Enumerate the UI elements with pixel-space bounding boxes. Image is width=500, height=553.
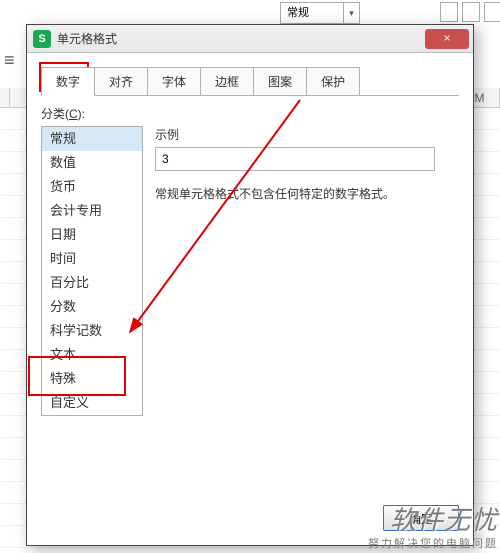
- app-icon: S: [33, 30, 51, 48]
- category-date[interactable]: 日期: [42, 223, 142, 247]
- dialog-footer: 确定: [383, 505, 459, 531]
- general-description: 常规单元格格式不包含任何特定的数字格式。: [155, 185, 459, 202]
- category-general[interactable]: 常规: [42, 127, 142, 151]
- dialog-title: 单元格格式: [57, 30, 117, 47]
- category-time[interactable]: 时间: [42, 247, 142, 271]
- tab-number[interactable]: 数字: [41, 67, 95, 96]
- example-label: 示例: [155, 126, 459, 143]
- dialog-tabs: 数字 对齐 字体 边框 图案 保护: [41, 67, 473, 96]
- category-text[interactable]: 文本: [42, 343, 142, 367]
- toolbar-btn-b[interactable]: [462, 2, 480, 22]
- close-icon: ×: [443, 31, 450, 45]
- tab-protection[interactable]: 保护: [306, 67, 360, 96]
- tab-font[interactable]: 字体: [147, 67, 201, 96]
- example-value: 3: [155, 147, 435, 171]
- combo-value: 常规: [287, 7, 309, 19]
- category-number[interactable]: 数值: [42, 151, 142, 175]
- ok-button[interactable]: 确定: [383, 505, 459, 531]
- cat-hotkey: C: [69, 107, 78, 121]
- chevron-down-icon: ▾: [343, 3, 359, 23]
- tab-pattern[interactable]: 图案: [253, 67, 307, 96]
- close-button[interactable]: ×: [425, 29, 469, 49]
- category-fraction[interactable]: 分数: [42, 295, 142, 319]
- toolbar-btn-c[interactable]: [484, 2, 500, 22]
- category-label: 分类(C):: [41, 105, 459, 122]
- cat-label-post: ):: [78, 107, 85, 121]
- category-percentage[interactable]: 百分比: [42, 271, 142, 295]
- category-scientific[interactable]: 科学记数: [42, 319, 142, 343]
- toolbar-btn-a[interactable]: [440, 2, 458, 22]
- category-currency[interactable]: 货币: [42, 175, 142, 199]
- tab-border[interactable]: 边框: [200, 67, 254, 96]
- tab-body: 分类(C): 常规 数值 货币 会计专用 日期 时间 百分比 分数 科学记数 文…: [27, 97, 473, 424]
- tab-alignment[interactable]: 对齐: [94, 67, 148, 96]
- number-format-combo[interactable]: 常规 ▾: [280, 2, 360, 24]
- category-detail: 示例 3 常规单元格格式不包含任何特定的数字格式。: [155, 126, 459, 416]
- cat-label-pre: 分类(: [41, 107, 69, 121]
- dialog-titlebar: S 单元格格式 ×: [27, 25, 473, 53]
- menu-icon: ≡: [4, 50, 15, 71]
- toolbar-end-buttons: [440, 2, 500, 22]
- category-list[interactable]: 常规 数值 货币 会计专用 日期 时间 百分比 分数 科学记数 文本 特殊 自定…: [41, 126, 143, 416]
- category-special[interactable]: 特殊: [42, 367, 142, 391]
- category-accounting[interactable]: 会计专用: [42, 199, 142, 223]
- cell-format-dialog: S 单元格格式 × 数字 对齐 字体 边框 图案 保护 分类(C): 常规 数值…: [26, 24, 474, 546]
- category-custom[interactable]: 自定义: [42, 391, 142, 415]
